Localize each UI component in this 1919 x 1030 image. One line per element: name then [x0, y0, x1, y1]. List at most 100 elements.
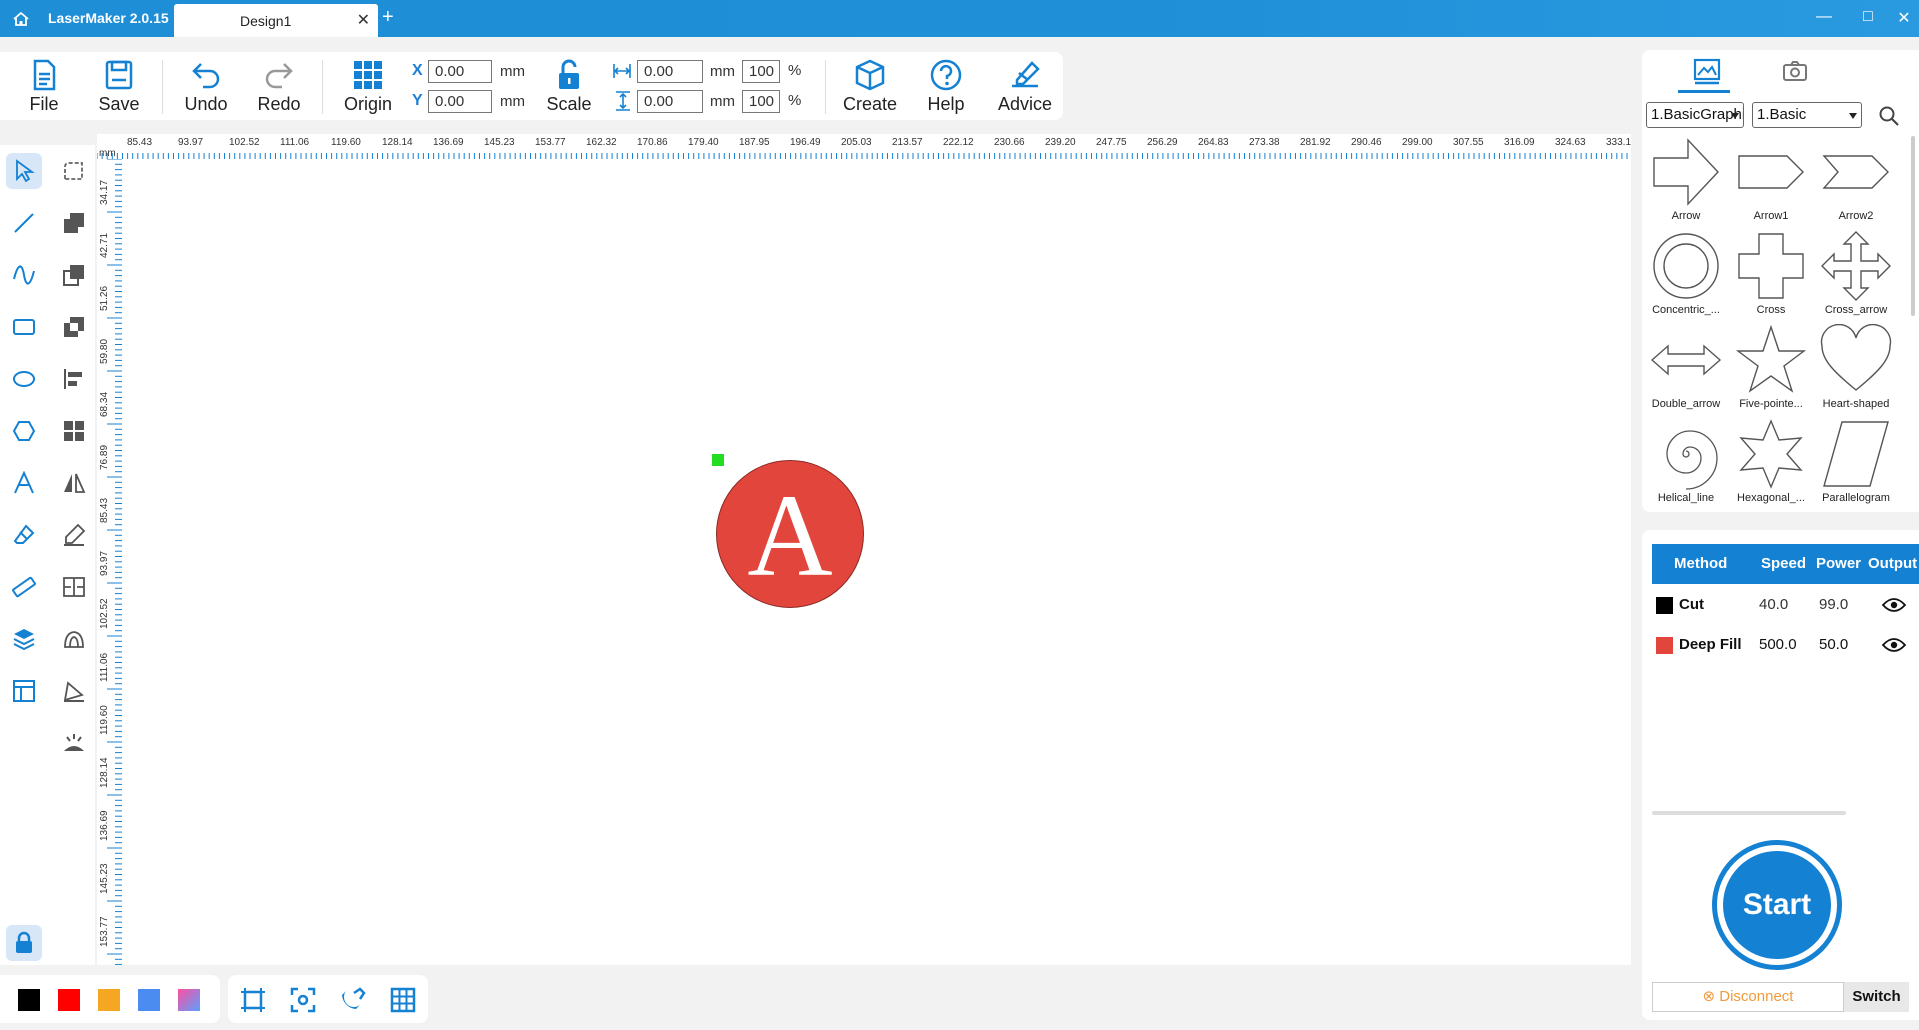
- advice-label: Advice: [997, 94, 1053, 114]
- close-button[interactable]: ✕: [1892, 8, 1916, 28]
- magnet-icon: [342, 987, 366, 1009]
- create-button[interactable]: Create: [840, 58, 900, 115]
- ruler-label: 111.06: [280, 137, 310, 148]
- advice-button[interactable]: Advice: [994, 58, 1056, 115]
- layer-row-cut[interactable]: Cut 40.0 99.0: [1652, 585, 1919, 625]
- maximize-button[interactable]: □: [1856, 8, 1880, 28]
- array-tool[interactable]: [56, 413, 92, 449]
- laser-spark-icon: [64, 734, 84, 751]
- help-button[interactable]: Help: [922, 58, 970, 115]
- library-tab-camera[interactable]: [1780, 56, 1810, 86]
- subcategory-dropdown[interactable]: 1.Basic: [1752, 102, 1862, 128]
- red-circle-shape[interactable]: A: [716, 460, 864, 608]
- layer-color-black[interactable]: [1656, 597, 1673, 614]
- eye-icon[interactable]: [1882, 597, 1906, 613]
- shape-double-arrow[interactable]: Double_arrow: [1644, 322, 1728, 416]
- shape-arrow2[interactable]: Arrow2: [1814, 134, 1898, 228]
- width-input[interactable]: 0.00: [637, 60, 703, 83]
- lock-tool[interactable]: [6, 925, 42, 961]
- search-icon[interactable]: [1878, 105, 1900, 127]
- ruler-label: 119.60: [331, 137, 361, 148]
- tab-design1[interactable]: Design1 ✕: [174, 4, 378, 37]
- ellipse-tool[interactable]: [6, 361, 42, 397]
- tab-close-icon[interactable]: ✕: [357, 10, 370, 30]
- layer-scrollbar[interactable]: [1652, 811, 1846, 815]
- shape-arrow1[interactable]: Arrow1: [1729, 134, 1813, 228]
- add-tab-button[interactable]: +: [382, 6, 394, 29]
- eraser-tool[interactable]: [6, 517, 42, 553]
- origin-button[interactable]: Origin: [340, 58, 396, 115]
- shape-heart[interactable]: Heart-shaped: [1814, 322, 1898, 416]
- layout-tool[interactable]: [6, 673, 42, 709]
- measure-tool[interactable]: [6, 569, 42, 605]
- swatch-black[interactable]: [18, 989, 40, 1011]
- library-tab-shapes[interactable]: [1692, 56, 1722, 86]
- shape-cross-arrow[interactable]: Cross_arrow: [1814, 228, 1898, 322]
- mirror-tool[interactable]: [56, 465, 92, 501]
- ruler-label: 239.20: [1045, 137, 1076, 148]
- height-input[interactable]: 0.00: [637, 90, 703, 113]
- align-tool[interactable]: [56, 361, 92, 397]
- eye-icon[interactable]: [1882, 637, 1906, 653]
- swatch-red[interactable]: [58, 989, 80, 1011]
- disconnect-icon: ⊗: [1702, 988, 1716, 1005]
- path-edit-tool[interactable]: [56, 517, 92, 553]
- line-tool[interactable]: [6, 205, 42, 241]
- text-tool[interactable]: [6, 465, 42, 501]
- layers-tool[interactable]: [6, 621, 42, 657]
- layer-power[interactable]: 99.0: [1819, 596, 1848, 613]
- snap-button[interactable]: [340, 987, 366, 1013]
- start-button[interactable]: Start: [1712, 840, 1842, 970]
- shape-hexagonal-star[interactable]: Hexagonal_...: [1729, 416, 1813, 504]
- select-tool[interactable]: [6, 153, 42, 189]
- zoom-selection-button[interactable]: [290, 987, 316, 1013]
- layer-color-red[interactable]: [1656, 637, 1673, 654]
- design-canvas[interactable]: A: [122, 159, 1631, 965]
- x-input[interactable]: 0.00: [428, 60, 492, 83]
- save-button[interactable]: Save: [97, 58, 141, 115]
- layer-table-header: Method Speed Power Output: [1652, 544, 1919, 584]
- ruler-label: 136.69: [99, 810, 110, 841]
- layer-row-deep-fill[interactable]: Deep Fill 500.0 50.0: [1652, 625, 1919, 665]
- ruler-label: 136.69: [433, 137, 464, 148]
- fit-canvas-button[interactable]: [240, 987, 266, 1013]
- layer-power[interactable]: 50.0: [1819, 636, 1848, 653]
- category-dropdown[interactable]: 1.BasicGraphics: [1646, 102, 1744, 128]
- scale-lock-button[interactable]: Scale: [541, 58, 597, 115]
- polygon-tool[interactable]: [6, 413, 42, 449]
- shape-name: Arrow2: [1838, 210, 1874, 222]
- swatch-blue[interactable]: [138, 989, 160, 1011]
- layer-speed[interactable]: 500.0: [1759, 636, 1797, 653]
- intersect-tool[interactable]: [56, 309, 92, 345]
- combine-tool[interactable]: [56, 205, 92, 241]
- height-percent-input[interactable]: 100: [742, 90, 780, 113]
- rectangle-tool[interactable]: [6, 309, 42, 345]
- shape-five-pointed-star[interactable]: Five-pointe...: [1729, 322, 1813, 416]
- grid-toggle-button[interactable]: [390, 987, 416, 1013]
- layer-speed[interactable]: 40.0: [1759, 596, 1788, 613]
- shape-arrow[interactable]: Arrow: [1644, 134, 1728, 228]
- shape-cross[interactable]: Cross: [1729, 228, 1813, 322]
- curve-tool[interactable]: [6, 257, 42, 293]
- undo-button[interactable]: Undo: [180, 58, 232, 115]
- shape-helical-line[interactable]: Helical_line: [1644, 416, 1728, 504]
- shape-parallelogram[interactable]: Parallelogram: [1814, 416, 1898, 504]
- contour-tool[interactable]: [56, 621, 92, 657]
- swatch-gradient[interactable]: [178, 989, 200, 1011]
- file-button[interactable]: File: [22, 58, 66, 115]
- trace-tool[interactable]: [56, 673, 92, 709]
- redo-button[interactable]: Redo: [254, 58, 304, 115]
- home-icon[interactable]: [12, 10, 30, 28]
- library-scrollbar[interactable]: [1911, 136, 1915, 316]
- laser-tool[interactable]: [56, 725, 92, 761]
- subtract-tool[interactable]: [56, 257, 92, 293]
- y-input[interactable]: 0.00: [428, 90, 492, 113]
- shape-concentric-circle[interactable]: Concentric_...: [1644, 228, 1728, 322]
- width-percent-input[interactable]: 100: [742, 60, 780, 83]
- disconnect-button[interactable]: ⊗ Disconnect: [1652, 982, 1844, 1012]
- distribute-tool[interactable]: [56, 569, 92, 605]
- node-edit-tool[interactable]: [56, 153, 92, 189]
- switch-button[interactable]: Switch: [1844, 982, 1909, 1012]
- minimize-button[interactable]: —: [1812, 8, 1836, 28]
- swatch-orange[interactable]: [98, 989, 120, 1011]
